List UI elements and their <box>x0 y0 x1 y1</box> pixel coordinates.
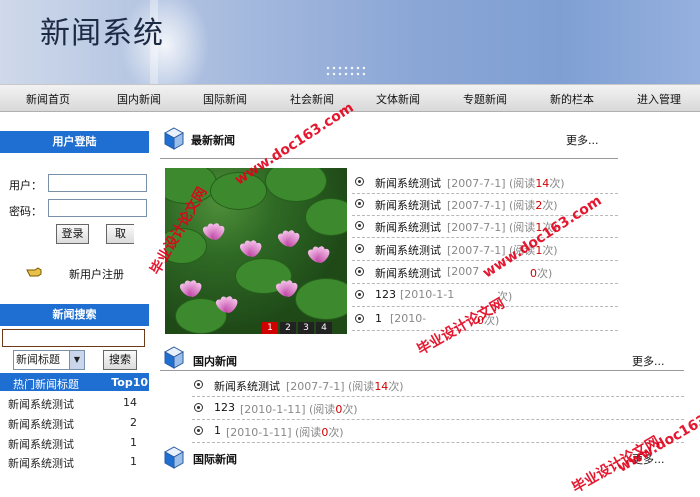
login-button[interactable]: 登录 <box>56 224 89 244</box>
pager-button[interactable]: 2 <box>280 322 296 334</box>
news-item-title[interactable]: 新闻系统测试 <box>375 265 441 281</box>
lily-pad <box>265 168 327 202</box>
banner-sparkles <box>325 65 365 79</box>
nav-item-culture-sports[interactable]: 文体新闻 <box>376 91 420 107</box>
site-title: 新闻系统 <box>40 16 164 51</box>
news-item-title[interactable]: 新闻系统测试 <box>375 219 441 235</box>
international-news-title: 国际新闻 <box>193 453 237 466</box>
news-item-title[interactable]: 新闻系统测试 <box>375 175 441 191</box>
hot-news-row-title[interactable]: 新闻系统测试 <box>8 396 74 412</box>
username-label: 用户： <box>9 179 42 192</box>
news-list-item[interactable]: 1 [2010-1-11] (阅读0次) <box>192 421 684 443</box>
news-item-title[interactable]: 新闻系统测试 <box>214 378 280 394</box>
bullet-icon <box>355 290 364 299</box>
hot-news-title: 热门新闻标题 <box>13 378 79 391</box>
news-item-read-count: 0次) <box>530 267 553 280</box>
news-item-meta: [2010-1-11] (阅读0次) <box>240 403 358 416</box>
hot-news-row-title[interactable]: 新闻系统测试 <box>8 416 74 432</box>
hot-news-row-count: 2 <box>130 416 137 429</box>
hot-news-row-title[interactable]: 新闻系统测试 <box>8 455 74 471</box>
chevron-down-icon: ▼ <box>69 351 84 369</box>
lily-pad <box>305 198 347 236</box>
hot-news-row-count: 1 <box>130 436 137 449</box>
nav-item-special[interactable]: 专题新闻 <box>463 91 507 107</box>
cube-icon <box>164 446 184 469</box>
nav-item-admin[interactable]: 进入管理 <box>637 91 681 107</box>
search-button[interactable]: 搜索 <box>103 350 137 370</box>
username-input[interactable] <box>48 174 147 192</box>
nav-item-international[interactable]: 国际新闻 <box>203 91 247 107</box>
search-input[interactable] <box>2 329 145 347</box>
hot-news-row-count: 1 <box>130 455 137 468</box>
news-item-meta: [2007-7-1] (阅读2次) <box>447 199 558 212</box>
news-list-item[interactable]: 123 [2010-1-11] (阅读0次) <box>192 398 684 420</box>
bullet-icon <box>355 267 364 276</box>
bullet-icon <box>355 314 364 323</box>
news-item-title[interactable]: 新闻系统测试 <box>375 242 441 258</box>
news-item-title[interactable]: 1 <box>214 424 221 437</box>
news-item-meta: [2007-7-1] (阅读14次) <box>447 177 565 190</box>
nav-item-domestic[interactable]: 国内新闻 <box>117 91 161 107</box>
bullet-icon <box>355 199 364 208</box>
bullet-icon <box>194 403 203 412</box>
search-field-select[interactable]: 新闻标题 ▼ <box>13 350 85 370</box>
search-heading: 新闻搜索 <box>0 304 149 326</box>
register-link[interactable]: 新用户注册 <box>69 266 124 282</box>
bullet-icon <box>194 380 203 389</box>
latest-news-more-link[interactable]: 更多... <box>566 132 599 148</box>
news-item-meta: [2007 <box>447 265 480 278</box>
hot-news-row[interactable]: 新闻系统测试 1 <box>0 433 149 451</box>
news-item-title[interactable]: 新闻系统测试 <box>375 197 441 213</box>
bullet-icon <box>194 426 203 435</box>
pointing-hand-icon <box>26 267 42 277</box>
news-list-item[interactable]: 新闻系统测试 [2007-7-1] (阅读1次) <box>352 239 618 261</box>
domestic-news-title: 国内新闻 <box>193 355 237 368</box>
hot-news-row[interactable]: 新闻系统测试 2 <box>0 413 149 431</box>
hot-news-row-title[interactable]: 新闻系统测试 <box>8 436 74 452</box>
pager-button[interactable]: 4 <box>316 322 332 334</box>
cube-icon <box>164 127 184 150</box>
password-label: 密码： <box>9 205 42 218</box>
cancel-button[interactable]: 取 <box>106 224 134 244</box>
pager-button[interactable]: 1 <box>262 322 278 334</box>
news-item-meta: [2007-7-1] (阅读14次) <box>286 380 404 393</box>
header-banner: 新闻系统 <box>0 0 700 84</box>
latest-news-title: 最新新闻 <box>191 134 235 147</box>
hot-news-row[interactable]: 新闻系统测试 14 <box>0 393 149 411</box>
password-input[interactable] <box>48 199 147 217</box>
lily-pad <box>295 278 347 320</box>
nav-item-new-column[interactable]: 新的栏本 <box>550 91 594 107</box>
bullet-icon <box>355 244 364 253</box>
bullet-icon <box>355 177 364 186</box>
pager-button[interactable]: 3 <box>298 322 314 334</box>
hot-news-header: 热门新闻标题 Top10 <box>0 373 149 391</box>
search-field-value: 新闻标题 <box>16 353 60 366</box>
domestic-news-more-link[interactable]: 更多... <box>632 353 665 369</box>
news-item-title[interactable]: 123 <box>375 288 396 301</box>
news-item-meta: [2010-1-11] (阅读0次) <box>226 426 344 439</box>
cube-icon <box>164 346 184 369</box>
news-list-item[interactable]: 新闻系统测试 [2007-7-1] (阅读14次) <box>192 375 684 397</box>
news-item-meta: [2010- <box>390 312 427 325</box>
login-heading: 用户登陆 <box>0 131 149 153</box>
hot-news-row-count: 14 <box>123 396 137 409</box>
news-item-title[interactable]: 123 <box>214 401 235 414</box>
nav-item-home[interactable]: 新闻首页 <box>26 91 70 107</box>
hot-news-row[interactable]: 新闻系统测试 1 <box>0 452 149 470</box>
news-list-item[interactable]: 新闻系统测试 [2007-7-1] (阅读14次) <box>352 172 618 194</box>
bullet-icon <box>355 221 364 230</box>
hot-news-tag: Top10 <box>111 376 148 389</box>
nav-item-society[interactable]: 社会新闻 <box>290 91 334 107</box>
news-item-meta: [2010-1-1 <box>400 288 455 301</box>
news-item-title[interactable]: 1 <box>375 312 382 325</box>
